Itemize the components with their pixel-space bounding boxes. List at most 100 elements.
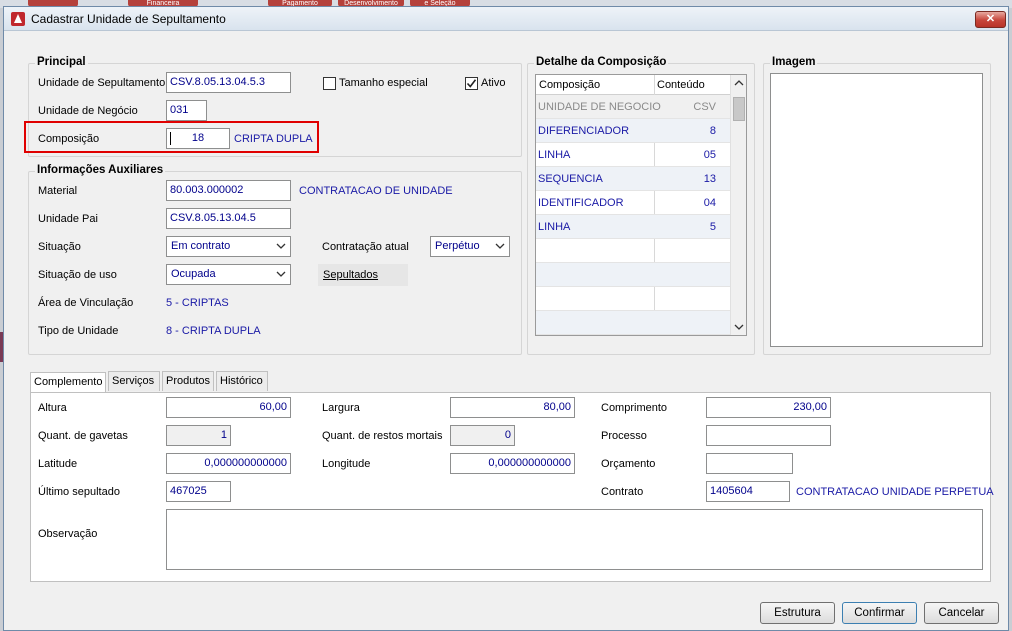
area-value: 5 - CRIPTAS <box>166 297 229 309</box>
altura-field[interactable]: 60,00 <box>166 397 291 418</box>
comprimento-field[interactable]: 230,00 <box>706 397 831 418</box>
contrato-description: CONTRATACAO UNIDADE PERPETUA <box>796 486 994 498</box>
restos-label: Quant. de restos mortais <box>322 430 443 442</box>
longitude-label: Longitude <box>322 458 371 470</box>
unidade-field[interactable]: CSV.8.05.13.04.5.3 <box>166 72 291 93</box>
orcamento-label: Orçamento <box>601 458 656 470</box>
close-button[interactable]: ✕ <box>975 11 1006 28</box>
material-label: Material <box>38 185 78 197</box>
grid-cell-conteudo: 04 <box>703 197 716 209</box>
dialog-window: Cadastrar Unidade de Sepultamento ✕ Prin… <box>3 6 1009 631</box>
unidade-label: Unidade de Sepultamento <box>38 77 166 89</box>
tab-produtos[interactable]: Produtos <box>162 371 214 391</box>
chevron-down-icon <box>276 271 286 277</box>
composicao-description: CRIPTA DUPLA <box>234 133 313 145</box>
tab-complemento[interactable]: Complemento <box>30 372 106 394</box>
detalhe-title: Detalhe da Composição <box>534 56 669 68</box>
contrato-label: Contrato <box>601 486 644 498</box>
situacao-uso-value: Ocupada <box>171 268 216 280</box>
observacao-label: Observação <box>38 528 98 540</box>
contratacao-select[interactable]: Perpétuo <box>430 236 510 257</box>
situacao-select[interactable]: Em contrato <box>166 236 291 257</box>
ultimo-sepultado-label: Último sepultado <box>38 486 120 498</box>
grid-row[interactable]: IDENTIFICADOR 04 <box>536 191 730 215</box>
situacao-value: Em contrato <box>171 240 231 252</box>
scroll-down-icon[interactable] <box>734 323 744 331</box>
unidade-pai-label: Unidade Pai <box>38 213 98 225</box>
grid-scrollbar[interactable] <box>730 75 746 335</box>
tamanho-especial-checkbox[interactable] <box>323 77 336 90</box>
grid-col-conteudo[interactable]: Conteúdo <box>657 79 705 91</box>
grid-cell-composicao: LINHA <box>538 221 571 233</box>
imagem-title: Imagem <box>770 56 818 68</box>
grid-row-empty <box>536 287 730 311</box>
ultimo-sepultado-field[interactable]: 467025 <box>166 481 231 502</box>
composicao-field[interactable]: 18 <box>166 128 230 149</box>
grid-cell-composicao: DIFERENCIADOR <box>538 125 630 137</box>
title-bar: Cadastrar Unidade de Sepultamento ✕ <box>4 7 1008 31</box>
restos-field[interactable]: 0 <box>450 425 515 446</box>
contratacao-value: Perpétuo <box>435 240 480 252</box>
grid-row[interactable]: UNIDADE DE NEGOCIO CSV <box>536 95 730 119</box>
contratacao-label: Contratação atual <box>322 241 409 253</box>
contrato-field[interactable]: 1405604 <box>706 481 790 502</box>
ativo-checkbox[interactable] <box>465 77 478 90</box>
ativo-label: Ativo <box>481 77 506 89</box>
grid-cell-composicao: IDENTIFICADOR <box>538 197 624 209</box>
grid-row-empty <box>536 311 730 335</box>
composicao-label: Composição <box>38 133 100 145</box>
situacao-uso-select[interactable]: Ocupada <box>166 264 291 285</box>
latitude-label: Latitude <box>38 458 78 470</box>
chevron-down-icon <box>276 243 286 249</box>
latitude-field[interactable]: 0,000000000000 <box>166 453 291 474</box>
tipo-label: Tipo de Unidade <box>38 325 119 337</box>
situacao-uso-label: Situação de uso <box>38 269 117 281</box>
checkmark-icon <box>466 79 477 88</box>
scroll-thumb[interactable] <box>733 97 745 121</box>
tab-servicos[interactable]: Serviços <box>108 371 160 391</box>
grid-cell-conteudo: 8 <box>709 125 716 137</box>
grid-cell-conteudo: CSV <box>693 101 716 113</box>
grid-cell-composicao: LINHA <box>538 149 571 161</box>
grid-cell-composicao: SEQUENCIA <box>538 173 603 185</box>
grid-cell-composicao: UNIDADE DE NEGOCIO <box>538 101 661 113</box>
area-label: Área de Vinculação <box>38 297 134 309</box>
grid-row[interactable]: LINHA 05 <box>536 143 730 167</box>
estrutura-button[interactable]: Estrutura <box>760 602 835 624</box>
processo-label: Processo <box>601 430 647 442</box>
processo-field[interactable] <box>706 425 831 446</box>
chevron-down-icon <box>495 243 505 249</box>
situacao-label: Situação <box>38 241 81 253</box>
unidade-pai-field[interactable]: CSV.8.05.13.04.5 <box>166 208 291 229</box>
grid-cell-conteudo: 13 <box>703 173 716 185</box>
auxiliares-title: Informações Auxiliares <box>35 164 166 176</box>
grid-cell-conteudo: 05 <box>703 149 716 161</box>
grid-row-empty <box>536 239 730 263</box>
altura-label: Altura <box>38 402 67 414</box>
cancelar-button[interactable]: Cancelar <box>924 602 999 624</box>
longitude-field[interactable]: 0,000000000000 <box>450 453 575 474</box>
gavetas-label: Quant. de gavetas <box>38 430 128 442</box>
grid-row[interactable]: DIFERENCIADOR 8 <box>536 119 730 143</box>
composicao-grid[interactable]: Composição Conteúdo UNIDADE DE NEGOCIO C… <box>535 74 747 336</box>
negocio-field[interactable]: 031 <box>166 100 207 121</box>
scroll-up-icon[interactable] <box>734 79 744 87</box>
grid-row[interactable]: SEQUENCIA 13 <box>536 167 730 191</box>
grid-cell-conteudo: 5 <box>709 221 716 233</box>
app-logo-icon <box>11 12 25 26</box>
material-field[interactable]: 80.003.000002 <box>166 180 291 201</box>
grid-col-composicao[interactable]: Composição <box>539 79 600 91</box>
text-cursor <box>170 132 171 145</box>
grid-row-empty <box>536 263 730 287</box>
tab-historico[interactable]: Histórico <box>216 371 268 391</box>
gavetas-field[interactable]: 1 <box>166 425 231 446</box>
confirmar-button[interactable]: Confirmar <box>842 602 917 624</box>
largura-field[interactable]: 80,00 <box>450 397 575 418</box>
sepultados-link[interactable]: Sepultados <box>323 269 378 281</box>
tipo-value: 8 - CRIPTA DUPLA <box>166 325 261 337</box>
observacao-textarea[interactable] <box>166 509 983 570</box>
orcamento-field[interactable] <box>706 453 793 474</box>
imagem-box[interactable] <box>770 73 983 347</box>
grid-row[interactable]: LINHA 5 <box>536 215 730 239</box>
tamanho-especial-label: Tamanho especial <box>339 77 428 89</box>
